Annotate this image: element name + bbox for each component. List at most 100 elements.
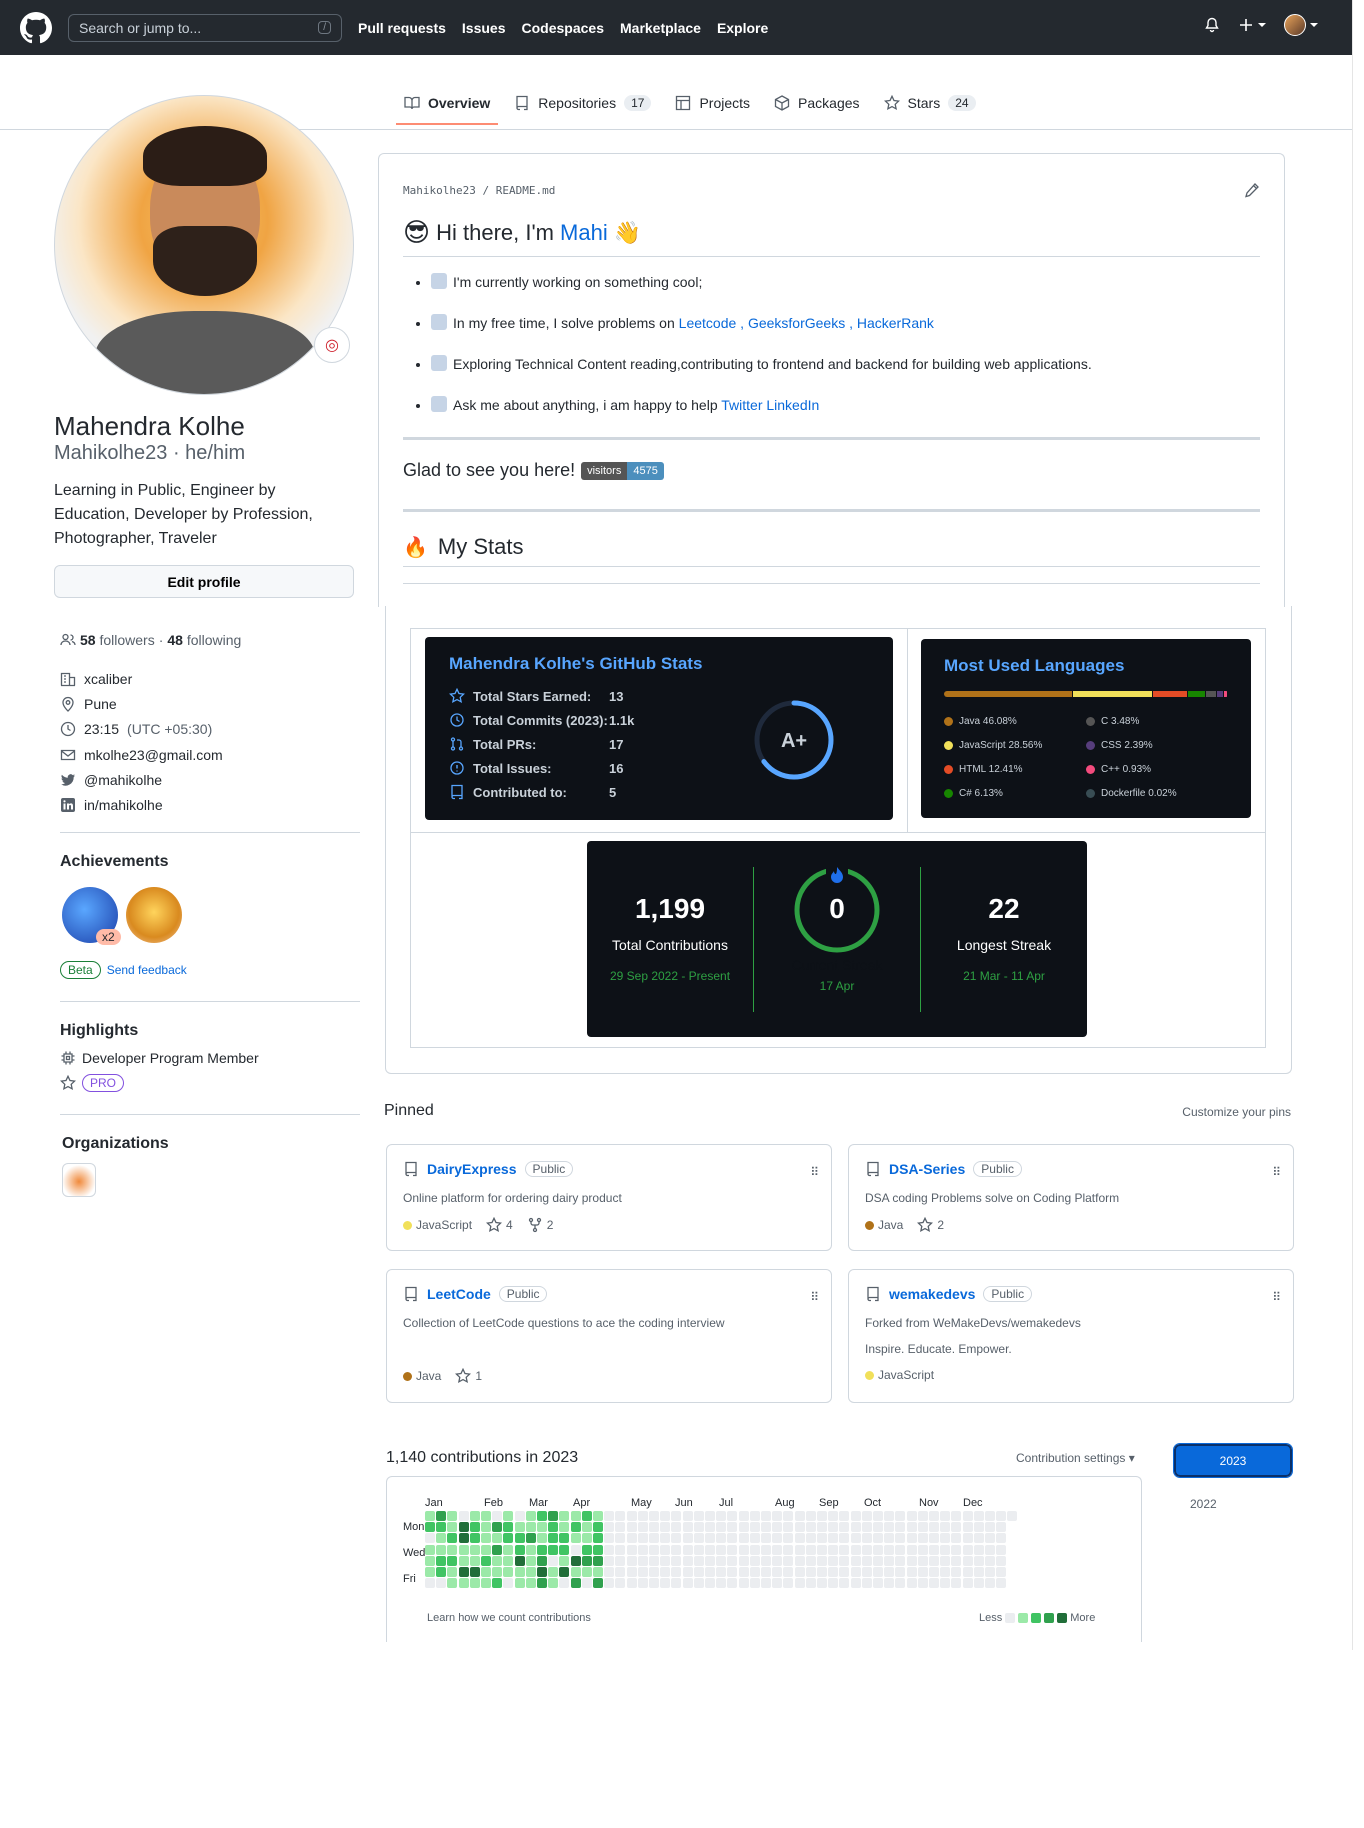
contribution-day[interactable] [537,1578,547,1589]
contribution-day[interactable] [839,1511,850,1521]
contribution-day[interactable] [514,1555,525,1566]
contribution-day[interactable] [481,1567,491,1577]
contribution-day[interactable] [962,1511,973,1521]
contribution-day[interactable] [861,1511,872,1521]
contribution-day[interactable] [693,1555,704,1566]
contribution-day[interactable] [996,1578,1007,1589]
email-item[interactable]: mkolhe23@gmail.com [60,742,354,767]
contribution-day[interactable] [873,1578,883,1589]
contribution-day[interactable] [660,1567,671,1577]
contribution-day[interactable] [503,1567,514,1577]
contribution-day[interactable] [637,1567,648,1577]
contribution-day[interactable] [850,1511,861,1521]
contribution-day[interactable] [772,1522,783,1533]
contribution-day[interactable] [828,1567,839,1577]
contribution-day[interactable] [447,1555,458,1566]
contribution-day[interactable] [850,1533,861,1544]
contribution-day[interactable] [682,1511,693,1521]
contribution-day[interactable] [917,1533,928,1544]
contribution-day[interactable] [604,1578,615,1589]
contribution-settings-dropdown[interactable]: Contribution settings ▾ [1016,1451,1135,1465]
contribution-day[interactable] [929,1555,939,1566]
contribution-day[interactable] [929,1522,939,1533]
contribution-day[interactable] [436,1578,447,1589]
contribution-day[interactable] [548,1578,559,1589]
contribution-day[interactable] [682,1578,693,1589]
contribution-day[interactable] [839,1544,850,1555]
contribution-day[interactable] [828,1533,839,1544]
contribution-day[interactable] [861,1555,872,1566]
contribution-day[interactable] [693,1567,704,1577]
contribution-day[interactable] [559,1533,570,1544]
contribution-day[interactable] [537,1522,547,1533]
contribution-day[interactable] [693,1522,704,1533]
contribution-day[interactable] [615,1555,626,1566]
contribution-day[interactable] [895,1522,906,1533]
contribution-day[interactable] [973,1567,984,1577]
contribution-day[interactable] [604,1555,615,1566]
contribution-day[interactable] [738,1533,749,1544]
contribution-day[interactable] [906,1567,917,1577]
followers-link[interactable]: 58 followers [80,632,155,648]
contribution-day[interactable] [962,1533,973,1544]
contribution-day[interactable] [973,1511,984,1521]
contribution-day[interactable] [772,1544,783,1555]
nav-explore[interactable]: Explore [717,20,768,36]
contribution-day[interactable] [906,1578,917,1589]
contribution-day[interactable] [514,1544,525,1555]
contribution-day[interactable] [559,1544,570,1555]
contribution-day[interactable] [749,1578,760,1589]
contribution-day[interactable] [637,1533,648,1544]
contribution-day[interactable] [660,1555,671,1566]
contribution-day[interactable] [783,1555,794,1566]
contribution-day[interactable] [626,1544,637,1555]
contribution-day[interactable] [884,1567,895,1577]
contribution-day[interactable] [727,1567,738,1577]
contribution-day[interactable] [436,1522,447,1533]
contribution-day[interactable] [514,1522,525,1533]
contribution-day[interactable] [817,1533,827,1544]
contribution-day[interactable] [581,1578,592,1589]
contribution-day[interactable] [492,1578,503,1589]
contribution-day[interactable] [559,1555,570,1566]
contribution-day[interactable] [884,1533,895,1544]
contribution-day[interactable] [716,1567,727,1577]
contribution-day[interactable] [682,1567,693,1577]
contribution-day[interactable] [873,1511,883,1521]
status-target-icon[interactable]: ◎ [314,327,350,363]
contribution-day[interactable] [738,1522,749,1533]
contribution-day[interactable] [492,1544,503,1555]
nav-issues[interactable]: Issues [462,20,506,36]
drag-handle-icon[interactable]: ⠿ [810,1290,819,1304]
contribution-day[interactable] [973,1533,984,1544]
contribution-day[interactable] [906,1544,917,1555]
contribution-day[interactable] [671,1544,682,1555]
contribution-day[interactable] [996,1555,1007,1566]
contribution-day[interactable] [895,1544,906,1555]
contribution-day[interactable] [940,1522,951,1533]
contribution-day[interactable] [559,1567,570,1577]
contribution-day[interactable] [749,1511,760,1521]
contribution-day[interactable] [727,1533,738,1544]
contribution-day[interactable] [693,1544,704,1555]
pencil-icon[interactable] [1244,182,1260,198]
contribution-day[interactable] [514,1567,525,1577]
contribution-day[interactable] [649,1522,659,1533]
linkedin-item[interactable]: in/mahikolhe [60,792,354,817]
contribution-day[interactable] [447,1578,458,1589]
tab-projects[interactable]: Projects [663,85,762,124]
twitter-link[interactable]: Twitter [721,397,762,413]
nav-marketplace[interactable]: Marketplace [620,20,701,36]
contribution-day[interactable] [626,1533,637,1544]
contribution-day[interactable] [817,1511,827,1521]
contribution-day[interactable] [649,1511,659,1521]
contribution-day[interactable] [940,1533,951,1544]
contribution-day[interactable] [548,1522,559,1533]
contribution-day[interactable] [749,1544,760,1555]
contribution-day[interactable] [817,1522,827,1533]
contribution-day[interactable] [469,1522,480,1533]
contribution-day[interactable] [951,1511,962,1521]
contribution-day[interactable] [660,1522,671,1533]
contribution-day[interactable] [570,1578,581,1589]
contribution-day[interactable] [828,1555,839,1566]
